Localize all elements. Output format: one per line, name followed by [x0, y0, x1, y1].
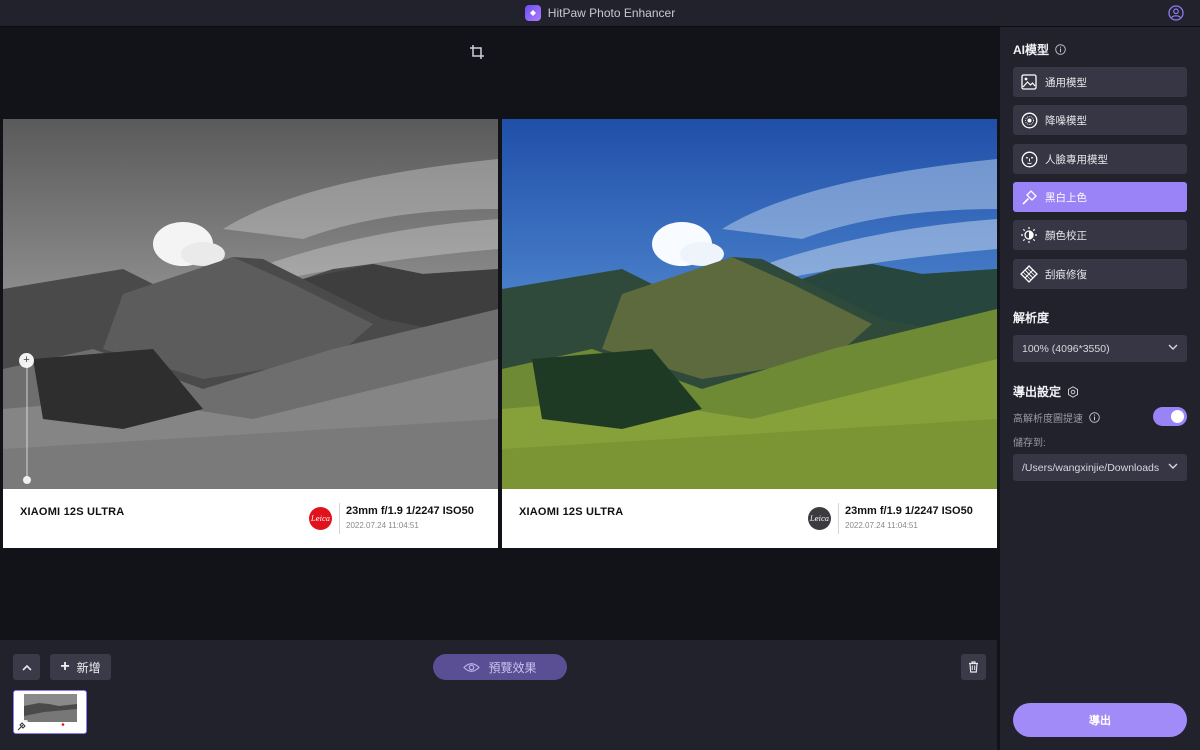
model-label: 黑白上色 — [1045, 191, 1087, 204]
export-settings-title: 導出設定 — [1013, 385, 1062, 399]
leica-logo: Leica — [808, 507, 831, 530]
title-bar: HitPaw Photo Enhancer — [0, 0, 1200, 27]
info-icon[interactable] — [1055, 44, 1066, 55]
scratch-repair-icon — [1020, 265, 1038, 283]
export-settings-section: 導出設定 — [1013, 383, 1079, 400]
hires-toggle[interactable] — [1153, 407, 1187, 426]
model-label: 人臉專用模型 — [1045, 153, 1108, 166]
eye-icon — [463, 662, 481, 672]
face-icon — [1020, 150, 1038, 168]
save-path-select[interactable]: /Users/wangxinjie/Downloads — [1013, 454, 1187, 481]
model-label: 刮痕修復 — [1045, 268, 1087, 281]
model-face-button[interactable]: 人臉專用模型 — [1013, 144, 1187, 174]
model-denoise-button[interactable]: 降噪模型 — [1013, 105, 1187, 135]
user-icon[interactable] — [1168, 5, 1184, 21]
save-path-value: /Users/wangxinjie/Downloads — [1022, 461, 1160, 474]
exif-divider — [838, 503, 839, 534]
enhanced-photo: XIAOMI 12S ULTRA Leica 23mm f/1.9 1/2247… — [502, 119, 997, 548]
settings-panel: AI模型 通用模型 降噪模型 人臉專用模型 黑白上色 顏色校正 刮痕修復 解析度… — [1000, 27, 1200, 750]
shot-date: 2022.07.24 11:04:51 — [845, 521, 918, 530]
resolution-section: 解析度 — [1013, 309, 1049, 326]
preview-label: 預覽效果 — [488, 660, 537, 675]
hires-label: 高解析度圖提速 — [1013, 414, 1083, 425]
enhanced-image — [502, 119, 997, 489]
resolution-value: 100% (4096*3550) — [1022, 342, 1110, 355]
camera-model: XIAOMI 12S ULTRA — [20, 506, 125, 518]
colorize-badge-icon — [16, 720, 28, 732]
bottom-bar: + 新增 預覽效果 — [0, 640, 997, 750]
chevron-down-icon — [1168, 463, 1178, 469]
toggle-knob — [1171, 410, 1184, 423]
model-label: 顏色校正 — [1045, 229, 1087, 242]
zoom-slider-track[interactable] — [25, 364, 28, 482]
preview-button[interactable]: 預覽效果 — [433, 654, 567, 680]
add-label: 新增 — [76, 660, 101, 675]
original-photo: + − XIAOMI 12S ULTRA Leica 23mm f/1.9 1/… — [3, 119, 498, 548]
shot-date: 2022.07.24 11:04:51 — [346, 521, 419, 530]
model-general-button[interactable]: 通用模型 — [1013, 67, 1187, 97]
leica-logo: Leica — [309, 507, 332, 530]
preview-canvas: + − XIAOMI 12S ULTRA Leica 23mm f/1.9 1/… — [0, 27, 997, 640]
zoom-control: + − — [19, 344, 35, 510]
save-to-label: 儲存到: — [1013, 438, 1046, 449]
denoise-icon — [1020, 111, 1038, 129]
ai-model-section: AI模型 — [1013, 41, 1066, 58]
chevron-down-icon — [1168, 344, 1178, 350]
model-color-correction-button[interactable]: 顏色校正 — [1013, 220, 1187, 250]
model-colorize-button[interactable]: 黑白上色 — [1013, 182, 1187, 212]
image-thumbnail[interactable] — [13, 690, 87, 734]
camera-model: XIAOMI 12S ULTRA — [519, 506, 624, 518]
gear-icon[interactable] — [1067, 385, 1079, 398]
plus-icon: + — [60, 658, 70, 675]
info-icon[interactable] — [1089, 412, 1100, 423]
exif-watermark: XIAOMI 12S ULTRA Leica 23mm f/1.9 1/2247… — [502, 489, 997, 548]
ai-model-title: AI模型 — [1013, 43, 1050, 57]
model-label: 降噪模型 — [1045, 114, 1087, 127]
zoom-slider-handle[interactable] — [22, 476, 31, 484]
shot-params: 23mm f/1.9 1/2247 ISO50 — [845, 505, 973, 517]
shot-params: 23mm f/1.9 1/2247 ISO50 — [346, 505, 474, 517]
brightness-icon — [1020, 226, 1038, 244]
resolution-title: 解析度 — [1013, 311, 1050, 325]
hitpaw-logo-icon — [524, 5, 541, 21]
crop-icon[interactable] — [469, 44, 485, 60]
model-scratch-repair-button[interactable]: 刮痕修復 — [1013, 259, 1187, 289]
trash-icon — [969, 661, 978, 673]
image-icon — [1020, 73, 1038, 91]
add-button[interactable]: + 新增 — [50, 654, 111, 680]
original-image — [3, 119, 498, 489]
app-title: HitPaw Photo Enhancer — [547, 6, 676, 20]
delete-button[interactable] — [961, 654, 986, 680]
hires-option: 高解析度圖提速 — [1013, 410, 1100, 425]
model-label: 通用模型 — [1045, 76, 1087, 89]
thumbnail-image — [24, 694, 77, 727]
exif-watermark: XIAOMI 12S ULTRA Leica 23mm f/1.9 1/2247… — [3, 489, 498, 548]
colorize-icon — [1020, 188, 1038, 206]
collapse-button[interactable] — [13, 654, 40, 680]
chevron-up-icon — [21, 664, 32, 671]
exif-divider — [339, 503, 340, 534]
export-button[interactable]: 導出 — [1013, 703, 1187, 737]
resolution-select[interactable]: 100% (4096*3550) — [1013, 335, 1187, 362]
